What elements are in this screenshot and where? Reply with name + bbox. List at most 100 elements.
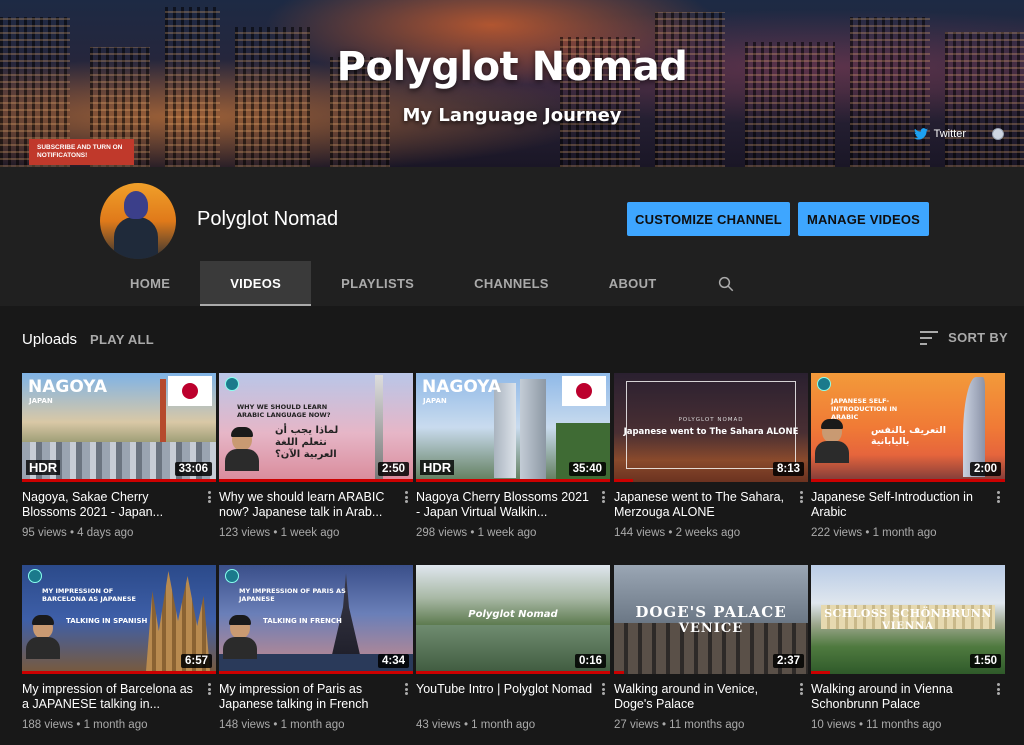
video-title[interactable]: Why we should learn ARABIC now? Japanese…	[219, 490, 397, 520]
video-meta: 27 views • 11 months ago	[614, 719, 745, 731]
video-age: 4 days ago	[77, 527, 134, 539]
tab-videos[interactable]: VIDEOS	[200, 261, 312, 306]
more-options-icon[interactable]	[204, 681, 214, 697]
video-thumbnail[interactable]: MY IMPRESSION OF PARIS AS JAPANESE TALKI…	[219, 565, 413, 674]
video-thumbnail[interactable]: SCHLOSS SCHÖNBRUNN VIENNA 1:50	[811, 565, 1005, 674]
banner-subtitle: My Language Journey	[402, 105, 622, 126]
more-options-icon[interactable]	[204, 489, 214, 505]
video-card[interactable]: NAGOYA JAPAN HDR 33:06 Nagoya, Sakae Che…	[22, 373, 216, 539]
sort-by-button[interactable]: SORT BY	[920, 330, 1008, 345]
video-age: 2 weeks ago	[675, 527, 741, 539]
video-views: 27 views	[614, 719, 659, 731]
video-meta: 95 views • 4 days ago	[22, 527, 134, 539]
video-card[interactable]: DOGE'S PALACE VENICE 2:37 Walking around…	[614, 565, 808, 731]
play-all-button[interactable]: PLAY ALL	[90, 332, 154, 347]
watch-progress	[22, 671, 216, 674]
more-options-icon[interactable]	[796, 489, 806, 505]
video-card[interactable]: NAGOYA JAPAN HDR 35:40 Nagoya Cherry Blo…	[416, 373, 610, 539]
video-views: 144 views	[614, 527, 666, 539]
banner-title: Polyglot Nomad	[336, 44, 688, 90]
person-figure	[815, 419, 849, 463]
video-age: 1 week ago	[280, 527, 340, 539]
video-card[interactable]: MY IMPRESSION OF BARCELONA AS JAPANESE T…	[22, 565, 216, 731]
video-thumbnail[interactable]: WHY WE SHOULD LEARN ARABIC LANGUAGE NOW?…	[219, 373, 413, 482]
channel-header: Polyglot Nomad CUSTOMIZE CHANNEL MANAGE …	[0, 167, 1024, 306]
video-thumbnail[interactable]: Polyglot Nomad 0:16	[416, 565, 610, 674]
thumb-subtitle: VIENNA	[881, 621, 935, 632]
video-thumbnail[interactable]: JAPANESE SELF-INTRODUCTION IN ARABIC الت…	[811, 373, 1005, 482]
twitter-link[interactable]: Twitter	[913, 128, 966, 140]
more-options-icon[interactable]	[598, 681, 608, 697]
video-thumbnail[interactable]: NAGOYA JAPAN HDR 35:40	[416, 373, 610, 482]
video-duration: 0:16	[574, 654, 606, 668]
video-meta: 188 views • 1 month ago	[22, 719, 148, 731]
video-age: 1 month ago	[872, 527, 937, 539]
thumb-title: SCHLOSS SCHÖNBRUNN	[824, 607, 992, 620]
video-title[interactable]: Japanese went to The Sahara, Merzouga AL…	[614, 490, 792, 520]
video-card[interactable]: POLYGLOT NOMAD Japanese went to The Saha…	[614, 373, 808, 539]
video-card[interactable]: WHY WE SHOULD LEARN ARABIC LANGUAGE NOW?…	[219, 373, 413, 539]
person-figure	[223, 615, 257, 659]
video-age: 11 months ago	[669, 719, 745, 731]
more-options-icon[interactable]	[993, 489, 1003, 505]
video-duration: 1:50	[969, 654, 1001, 668]
channel-tabs: HOME VIDEOS PLAYLISTS CHANNELS ABOUT	[100, 261, 765, 306]
thumb-subtitle: التعريف بالنفس باليابانية	[871, 425, 947, 447]
more-options-icon[interactable]	[993, 681, 1003, 697]
thumb-title: MY IMPRESSION OF PARIS AS JAPANESE	[239, 587, 346, 603]
more-options-icon[interactable]	[598, 489, 608, 505]
video-title[interactable]: YouTube Intro | Polyglot Nomad	[416, 682, 594, 712]
tab-channels[interactable]: CHANNELS	[444, 261, 579, 306]
video-title[interactable]: Japanese Self-Introduction in Arabic	[811, 490, 989, 520]
video-title[interactable]: Nagoya Cherry Blossoms 2021 - Japan Virt…	[416, 490, 594, 520]
building-shape	[520, 379, 546, 479]
video-title[interactable]: My impression of Paris as Japanese talki…	[219, 682, 397, 712]
manage-videos-button[interactable]: MANAGE VIDEOS	[798, 202, 929, 236]
video-meta: 222 views • 1 month ago	[811, 527, 937, 539]
video-age: 1 week ago	[477, 527, 537, 539]
video-age: 1 month ago	[280, 719, 345, 731]
video-title[interactable]: My impression of Barcelona as a JAPANESE…	[22, 682, 200, 712]
eiffel-tower-shape	[331, 573, 361, 659]
watch-progress	[22, 479, 216, 482]
video-title[interactable]: Walking around in Vienna Schonbrunn Pala…	[811, 682, 989, 712]
video-card[interactable]: JAPANESE SELF-INTRODUCTION IN ARABIC الت…	[811, 373, 1005, 539]
more-options-icon[interactable]	[401, 489, 411, 505]
thumb-title: DOGE'S PALACE	[635, 603, 787, 621]
video-title[interactable]: Walking around in Venice, Doge's Palace	[614, 682, 792, 712]
globe-icon[interactable]	[992, 128, 1004, 140]
video-meta: 43 views • 1 month ago	[416, 719, 536, 731]
avatar-figure-body	[114, 217, 158, 259]
channel-logo-icon	[817, 377, 831, 391]
watch-progress	[416, 671, 610, 674]
video-thumbnail[interactable]: MY IMPRESSION OF BARCELONA AS JAPANESE T…	[22, 565, 216, 674]
video-card[interactable]: MY IMPRESSION OF PARIS AS JAPANESE TALKI…	[219, 565, 413, 731]
video-card[interactable]: Polyglot Nomad 0:16 YouTube Intro | Poly…	[416, 565, 610, 731]
tab-playlists[interactable]: PLAYLISTS	[311, 261, 444, 306]
video-views: 95 views	[22, 527, 67, 539]
video-thumbnail[interactable]: NAGOYA JAPAN HDR 33:06	[22, 373, 216, 482]
video-thumbnail[interactable]: POLYGLOT NOMAD Japanese went to The Saha…	[614, 373, 808, 482]
thumb-title: NAGOYA	[422, 377, 502, 397]
more-options-icon[interactable]	[401, 681, 411, 697]
building-shape	[494, 383, 516, 478]
tab-about[interactable]: ABOUT	[579, 261, 687, 306]
more-options-icon[interactable]	[796, 681, 806, 697]
video-duration: 2:00	[969, 462, 1001, 476]
thumb-title: NAGOYA	[28, 377, 108, 397]
video-thumbnail[interactable]: DOGE'S PALACE VENICE 2:37	[614, 565, 808, 674]
banner-links: Twitter	[913, 128, 1004, 140]
tab-search[interactable]	[687, 261, 765, 306]
video-age: 1 month ago	[83, 719, 148, 731]
video-card[interactable]: SCHLOSS SCHÖNBRUNN VIENNA 1:50 Walking a…	[811, 565, 1005, 731]
video-title[interactable]: Nagoya, Sakae Cherry Blossoms 2021 - Jap…	[22, 490, 200, 520]
watch-progress	[219, 671, 413, 674]
tab-home[interactable]: HOME	[100, 261, 200, 306]
uploads-title[interactable]: Uploads	[22, 331, 77, 348]
watch-progress	[614, 479, 634, 482]
thumb-title: WHY WE SHOULD LEARN ARABIC LANGUAGE NOW?	[237, 403, 331, 419]
customize-channel-button[interactable]: CUSTOMIZE CHANNEL	[627, 202, 790, 236]
avatar[interactable]	[100, 183, 176, 259]
sort-by-label: SORT BY	[948, 330, 1008, 345]
watch-progress	[416, 479, 610, 482]
